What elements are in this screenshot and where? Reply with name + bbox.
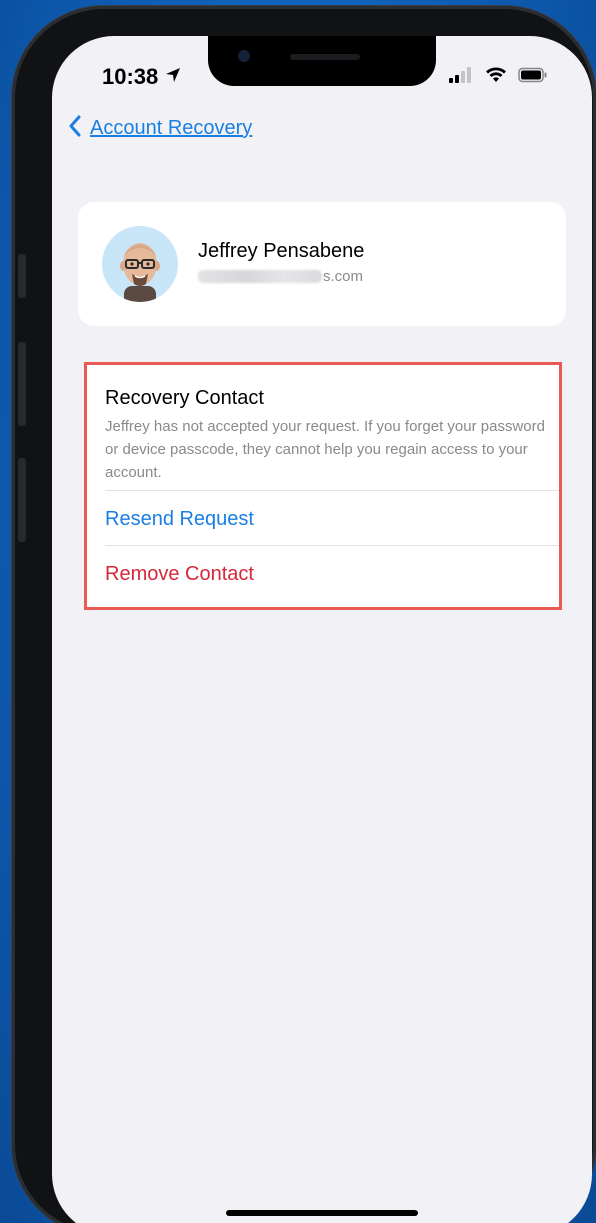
notch (208, 36, 436, 86)
chevron-left-icon (68, 114, 82, 143)
recovery-contact-title: Recovery Contact (105, 387, 264, 409)
front-camera (238, 50, 250, 62)
divider (105, 490, 559, 491)
recovery-contact-description: Jeffrey has not accepted your request. I… (105, 418, 545, 481)
recovery-contact-section: Recovery Contact Jeffrey has not accepte… (84, 362, 562, 610)
contact-profile-card: Jeffrey Pensabene s.com (78, 202, 566, 326)
redacted-email-blur (198, 270, 322, 283)
remove-contact-button[interactable]: Remove Contact (105, 563, 254, 586)
back-button[interactable]: Account Recovery (68, 114, 252, 143)
memoji-avatar-icon (102, 226, 178, 302)
status-bar-time: 10:38 (102, 64, 182, 90)
volume-down-button (18, 458, 26, 542)
contact-name: Jeffrey Pensabene (198, 240, 365, 262)
contact-email: s.com (198, 268, 363, 285)
status-time-text: 10:38 (102, 64, 159, 89)
home-indicator[interactable] (226, 1210, 418, 1216)
phone-frame: 10:38 Account Recovery Jeffrey Pensabene… (12, 6, 596, 1223)
volume-up-button (18, 342, 26, 426)
speaker-grille (290, 54, 360, 60)
mute-switch (18, 254, 26, 298)
wifi-icon (484, 66, 508, 89)
divider (105, 545, 559, 546)
location-arrow-icon (164, 64, 182, 90)
resend-request-button[interactable]: Resend Request (105, 508, 254, 531)
status-bar-icons (448, 66, 548, 89)
back-button-label[interactable]: Account Recovery (90, 117, 252, 140)
battery-icon (518, 67, 548, 88)
phone-screen: 10:38 Account Recovery Jeffrey Pensabene… (52, 36, 592, 1223)
contact-email-suffix: s.com (323, 268, 364, 285)
signal-icon (448, 66, 474, 89)
